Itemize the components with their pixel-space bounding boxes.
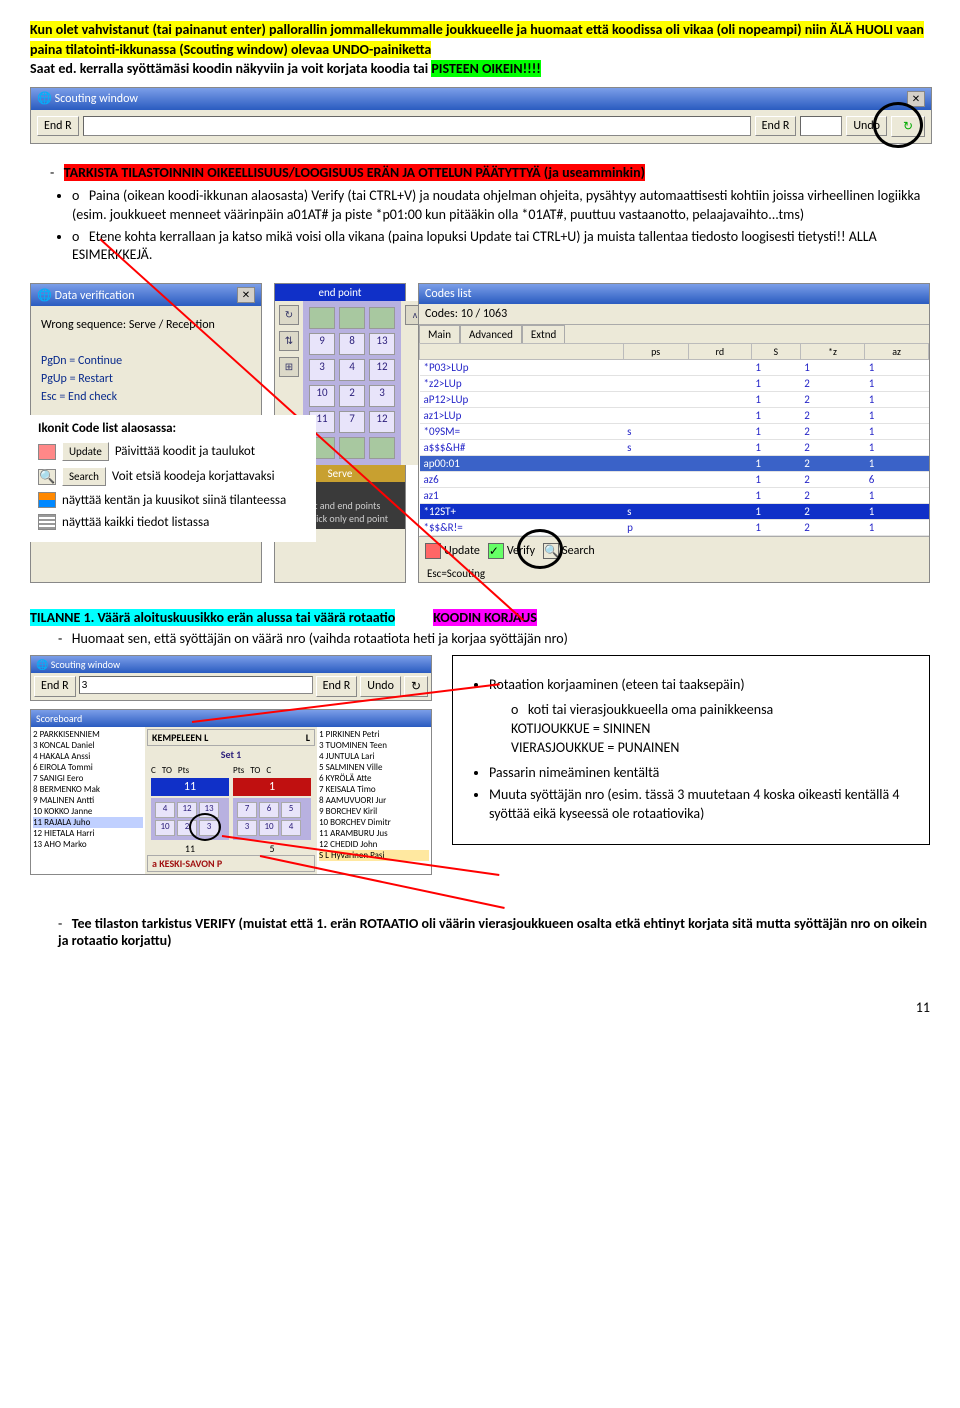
dv-wrong-seq: Wrong sequence: Serve / Reception	[41, 316, 251, 334]
intro-paragraph: Kun olet vahvistanut (tai painanut enter…	[30, 20, 930, 79]
code-row[interactable]: ap00:01121	[420, 456, 929, 472]
icon-notes: Ikonit Code list alaosassa: Update Päivi…	[30, 415, 316, 542]
rotation-correction-box: Rotaation korjaaminen (eteen tai taaksep…	[452, 655, 930, 844]
verify-step-1: o Paina (oikean koodi-ikkunan alaosasta)…	[72, 187, 930, 225]
code-row[interactable]: *z2>LUp121	[420, 376, 929, 392]
scout-input-left[interactable]	[83, 116, 751, 136]
rotate-icon[interactable]: ↻	[279, 305, 299, 325]
codes-tabs[interactable]: MainAdvancedExtnd	[419, 325, 929, 343]
dv-hint: PgDn = Continue	[41, 352, 251, 370]
code-row[interactable]: az1>LUp121	[420, 408, 929, 424]
code-row[interactable]: *$$&R!=p121	[420, 520, 929, 536]
page-number: 11	[30, 999, 930, 1016]
panels-row: 🌐 Data verification✕ Wrong sequence: Ser…	[30, 283, 930, 583]
add-icon[interactable]: ⊞	[279, 357, 299, 377]
dv-hint: PgUp = Restart	[41, 370, 251, 388]
court-icon	[38, 492, 56, 508]
court-grid: 9813 3412 1023 11712	[303, 301, 401, 465]
code-row[interactable]: *P03>LUp111	[420, 360, 929, 376]
swap-icon[interactable]: ⇅	[279, 331, 299, 351]
verify-heading: TARKISTA TILASTOINNIN OIKEELLISUUS/LOOGI…	[64, 164, 645, 181]
code-row[interactable]: *12ST+s121	[420, 504, 929, 520]
codes-count: Codes: 10 / 1063	[419, 304, 929, 325]
end-r-button[interactable]: End R	[34, 676, 76, 697]
scouting-titlebar: 🌐 Scouting window ✕	[31, 88, 931, 110]
verify-section: - TARKISTA TILASTOINNIN OIKEELLISUUS/LOO…	[30, 164, 930, 266]
scoreboard-panel: Scoreboard 2 PARKKISENNIEM3 KONCAL Danie…	[30, 709, 432, 875]
code-row[interactable]: az6126	[420, 472, 929, 488]
scout-input-right[interactable]	[800, 116, 842, 136]
dv-hint: Esc = End check	[41, 388, 251, 406]
roster-home[interactable]: 2 PARKKISENNIEM3 KONCAL Daniel4 HAKALA A…	[31, 727, 145, 874]
codes-footer: Update ✓Verify 🔍Search	[419, 536, 929, 565]
codes-list-panel: Codes list Codes: 10 / 1063 MainAdvanced…	[418, 283, 930, 583]
close-icon[interactable]: ✕	[237, 287, 255, 303]
endpoint-bar: end point	[275, 284, 405, 301]
list-icon	[38, 514, 56, 530]
final-note: - Tee tilaston tarkistus VERIFY (muistat…	[30, 915, 930, 949]
end-r-button-right[interactable]: End R	[755, 116, 797, 136]
verify-step-2: o Etene kohta kerrallaan ja katso mikä v…	[72, 228, 930, 266]
code-row[interactable]: *09SM=s121	[420, 424, 929, 440]
tilanne-heading: TILANNE 1. Väärä aloituskuusikko erän al…	[30, 609, 930, 626]
code-row[interactable]: aP12>LUp121	[420, 392, 929, 408]
scouting-window: 🌐 Scouting window ✕ End R End R Undo ↻	[30, 87, 932, 144]
codes-table: psrdS*zaz *P03>LUp111*z2>LUp121aP12>LUp1…	[419, 343, 929, 536]
code-row[interactable]: az1121	[420, 488, 929, 504]
code-row[interactable]: a$$$&H#s121	[420, 440, 929, 456]
update-icon	[38, 444, 56, 460]
end-r-button-left[interactable]: End R	[37, 116, 79, 136]
esc-hint: Esc=Scouting	[419, 565, 929, 582]
tilanne-bullet: - Huomaat sen, että syöttäjän on väärä n…	[30, 630, 930, 647]
sb-input[interactable]	[79, 676, 313, 694]
search-icon: 🔍	[38, 469, 56, 485]
